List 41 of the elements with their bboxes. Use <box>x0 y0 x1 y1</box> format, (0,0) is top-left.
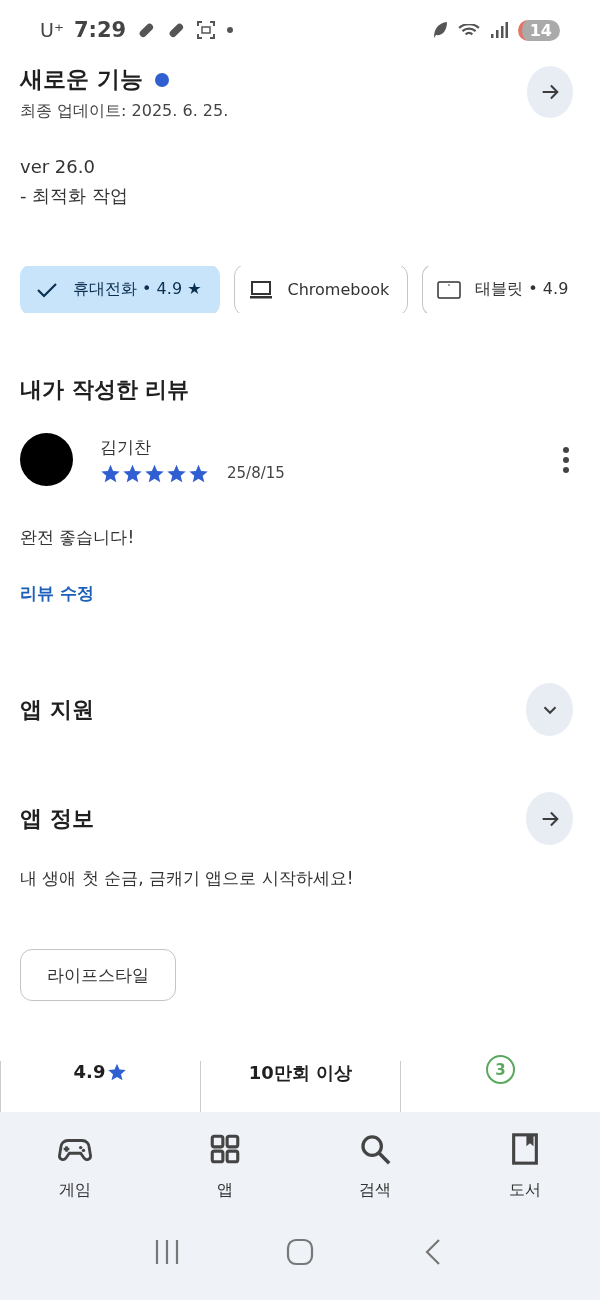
edit-review-link[interactable]: 리뷰 수정 <box>20 582 94 606</box>
download-count: 10만회 이상 <box>248 1061 353 1086</box>
nav-tab[interactable]: 도서 <box>450 1132 600 1201</box>
avatar <box>20 433 73 487</box>
signal-icon <box>489 21 508 39</box>
age-rating-badge: 3 <box>486 1055 515 1085</box>
section-title: 새로운 기능 <box>20 65 143 94</box>
update-date: 최종 업데이트: 2025. 6. 25. <box>20 101 230 122</box>
device-chip[interactable]: 휴대전화 • 4.9 ★ <box>20 266 221 314</box>
reviewer-name: 김기찬 <box>100 435 152 459</box>
rating-value: 4.9 <box>73 1061 106 1083</box>
arrow-button[interactable] <box>527 66 573 118</box>
section-title: 앱 지원 <box>20 695 94 724</box>
category-chip[interactable]: 라이프스타일 <box>20 949 176 1002</box>
apps-grid-icon <box>208 1132 242 1166</box>
nav-tab[interactable]: 검색 <box>300 1132 450 1201</box>
clock-time: 7:29 <box>73 18 127 42</box>
star-icon <box>166 462 187 484</box>
nav-tab[interactable]: 게임 <box>0 1132 150 1201</box>
arrow-button[interactable] <box>526 792 573 846</box>
review-date: 25/8/15 <box>227 464 285 483</box>
star-icon <box>122 462 143 484</box>
release-note: - 최적화 작업 <box>20 184 129 208</box>
search-icon <box>358 1132 392 1166</box>
review-text: 완전 좋습니다! <box>20 526 136 550</box>
star-icon <box>100 462 121 484</box>
section-title: 앱 정보 <box>20 804 94 833</box>
star-icon <box>144 462 165 484</box>
battery-level: 14 <box>517 19 560 41</box>
nav-tab[interactable]: 앱 <box>150 1132 300 1201</box>
leaf-icon <box>431 21 448 39</box>
wifi-icon <box>457 24 480 36</box>
app-description: 내 생애 첫 순금, 금캐기 앱으로 시작하세요! <box>20 867 355 891</box>
home-icon[interactable] <box>286 1238 314 1266</box>
section-title: 내가 작성한 리뷰 <box>20 376 191 405</box>
dot-icon <box>226 26 235 34</box>
star-icon <box>188 462 209 484</box>
carrier-label: U⁺ <box>40 19 64 41</box>
screenshot-icon <box>196 20 217 40</box>
device-chip[interactable]: Chromebook <box>234 266 409 314</box>
release-note: ver 26.0 <box>20 155 96 179</box>
